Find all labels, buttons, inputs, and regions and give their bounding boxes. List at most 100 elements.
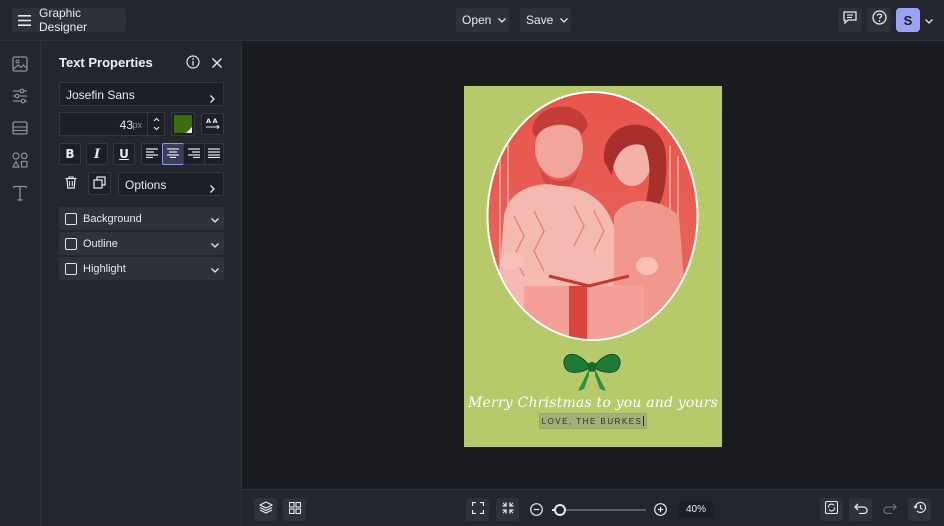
delete-button[interactable] bbox=[59, 172, 82, 195]
align-left-icon bbox=[146, 147, 158, 161]
align-center-icon bbox=[167, 147, 179, 161]
zoom-slider[interactable] bbox=[552, 504, 646, 516]
highlight-label: Highlight bbox=[83, 262, 126, 275]
align-justify-button[interactable] bbox=[204, 143, 224, 165]
tool-rail bbox=[0, 41, 41, 526]
duplicate-icon bbox=[93, 175, 106, 192]
font-name: Josefin Sans bbox=[66, 88, 135, 102]
grid-icon bbox=[288, 501, 301, 519]
background-label: Background bbox=[83, 212, 142, 225]
redo-icon bbox=[882, 501, 897, 519]
italic-icon: I bbox=[93, 146, 101, 162]
open-button[interactable]: Open bbox=[456, 8, 509, 32]
shapes-tool-icon[interactable] bbox=[11, 151, 29, 169]
fit-to-screen-button[interactable] bbox=[466, 498, 489, 521]
image-tool-icon[interactable] bbox=[11, 55, 29, 73]
shrink-icon bbox=[502, 501, 514, 519]
font-size-input[interactable]: 43 px bbox=[59, 112, 165, 136]
bold-icon: B bbox=[65, 147, 75, 161]
align-justify-icon bbox=[208, 147, 220, 161]
options-button[interactable]: Options bbox=[118, 172, 224, 196]
close-icon[interactable] bbox=[211, 56, 223, 74]
background-checkbox[interactable] bbox=[65, 212, 77, 225]
zoom-level-field[interactable]: 40% bbox=[679, 501, 713, 518]
text-tool-icon[interactable] bbox=[11, 184, 29, 202]
svg-text:A: A bbox=[212, 117, 217, 125]
comments-button[interactable] bbox=[838, 8, 862, 32]
text-properties-panel: Text Properties Josefin Sans 43 px AA B … bbox=[41, 41, 242, 526]
adjustments-tool-icon[interactable] bbox=[11, 87, 29, 105]
photo-frame[interactable] bbox=[464, 86, 722, 447]
zoom-level: 40% bbox=[685, 504, 706, 515]
sync-button[interactable] bbox=[820, 498, 843, 521]
comment-icon bbox=[843, 11, 857, 29]
grid-button[interactable] bbox=[283, 498, 306, 521]
italic-button[interactable]: I bbox=[86, 143, 108, 165]
outline-checkbox[interactable] bbox=[65, 237, 77, 250]
chevron-down-icon bbox=[560, 17, 569, 23]
chevron-down-icon bbox=[498, 17, 507, 23]
zoom-slider-thumb[interactable] bbox=[554, 504, 566, 516]
outline-label: Outline bbox=[83, 237, 118, 250]
signature-text: LOVE, THE BURKES bbox=[541, 416, 643, 426]
chevron-right-icon bbox=[210, 90, 215, 108]
chevron-down-icon bbox=[211, 214, 219, 226]
underline-button[interactable]: U bbox=[113, 143, 135, 165]
redo-button[interactable] bbox=[878, 498, 901, 521]
help-button[interactable] bbox=[867, 8, 891, 32]
panel-title: Text Properties bbox=[59, 55, 153, 70]
text-case-icon: AA bbox=[205, 117, 220, 132]
font-size-value: 43 bbox=[119, 118, 133, 132]
underline-icon: U bbox=[119, 147, 129, 161]
chevron-right-icon bbox=[210, 180, 215, 198]
shrink-button[interactable] bbox=[496, 498, 519, 521]
align-center-button[interactable] bbox=[162, 143, 184, 165]
layers-button[interactable] bbox=[254, 498, 277, 521]
user-menu[interactable]: S bbox=[896, 8, 936, 32]
history-icon bbox=[913, 501, 927, 519]
background-section[interactable]: Background bbox=[59, 207, 224, 230]
text-cursor bbox=[643, 416, 645, 426]
svg-text:A: A bbox=[206, 117, 211, 125]
outline-section[interactable]: Outline bbox=[59, 232, 224, 255]
save-label: Save bbox=[526, 13, 554, 27]
font-size-stepper[interactable] bbox=[147, 113, 164, 135]
hamburger-menu-icon bbox=[18, 14, 31, 26]
zoom-in-icon[interactable] bbox=[654, 503, 667, 521]
align-right-icon bbox=[188, 147, 200, 161]
app-title: Graphic Designer bbox=[39, 6, 88, 34]
align-left-button[interactable] bbox=[141, 143, 163, 165]
refresh-icon bbox=[824, 500, 839, 519]
background-tool-icon[interactable] bbox=[11, 119, 29, 137]
app-menu-button[interactable]: Graphic Designer bbox=[12, 6, 126, 34]
font-selector[interactable]: Josefin Sans bbox=[59, 82, 224, 106]
selected-text-box[interactable]: LOVE, THE BURKES bbox=[539, 413, 647, 429]
open-label: Open bbox=[462, 13, 492, 27]
history-button[interactable] bbox=[908, 498, 931, 521]
text-color-swatch[interactable] bbox=[171, 112, 195, 136]
duplicate-button[interactable] bbox=[88, 172, 111, 195]
chevron-down-icon bbox=[925, 11, 933, 29]
zoom-out-icon[interactable] bbox=[530, 503, 543, 521]
font-size-unit: px bbox=[132, 120, 142, 130]
bold-button[interactable]: B bbox=[59, 143, 81, 165]
help-icon bbox=[871, 10, 887, 30]
greeting-script-text[interactable]: Merry Christmas to you and yours bbox=[464, 395, 722, 411]
save-button[interactable]: Save bbox=[520, 8, 571, 32]
design-canvas[interactable]: Merry Christmas to you and yours LOVE, T… bbox=[464, 86, 722, 447]
undo-icon bbox=[853, 501, 868, 519]
top-bar: Graphic Designer Open Save S bbox=[0, 0, 944, 41]
expand-icon bbox=[471, 501, 484, 519]
highlight-section[interactable]: Highlight bbox=[59, 257, 224, 280]
highlight-checkbox[interactable] bbox=[65, 262, 77, 275]
avatar-initial: S bbox=[903, 12, 913, 28]
options-label: Options bbox=[125, 178, 167, 192]
info-icon[interactable] bbox=[186, 55, 200, 74]
undo-button[interactable] bbox=[849, 498, 872, 521]
trash-icon bbox=[65, 175, 77, 192]
avatar: S bbox=[896, 8, 920, 32]
text-transform-button[interactable]: AA bbox=[201, 113, 224, 135]
align-right-button[interactable] bbox=[183, 143, 205, 165]
bottom-toolbar: 40% bbox=[242, 489, 944, 526]
layers-icon bbox=[258, 500, 273, 519]
